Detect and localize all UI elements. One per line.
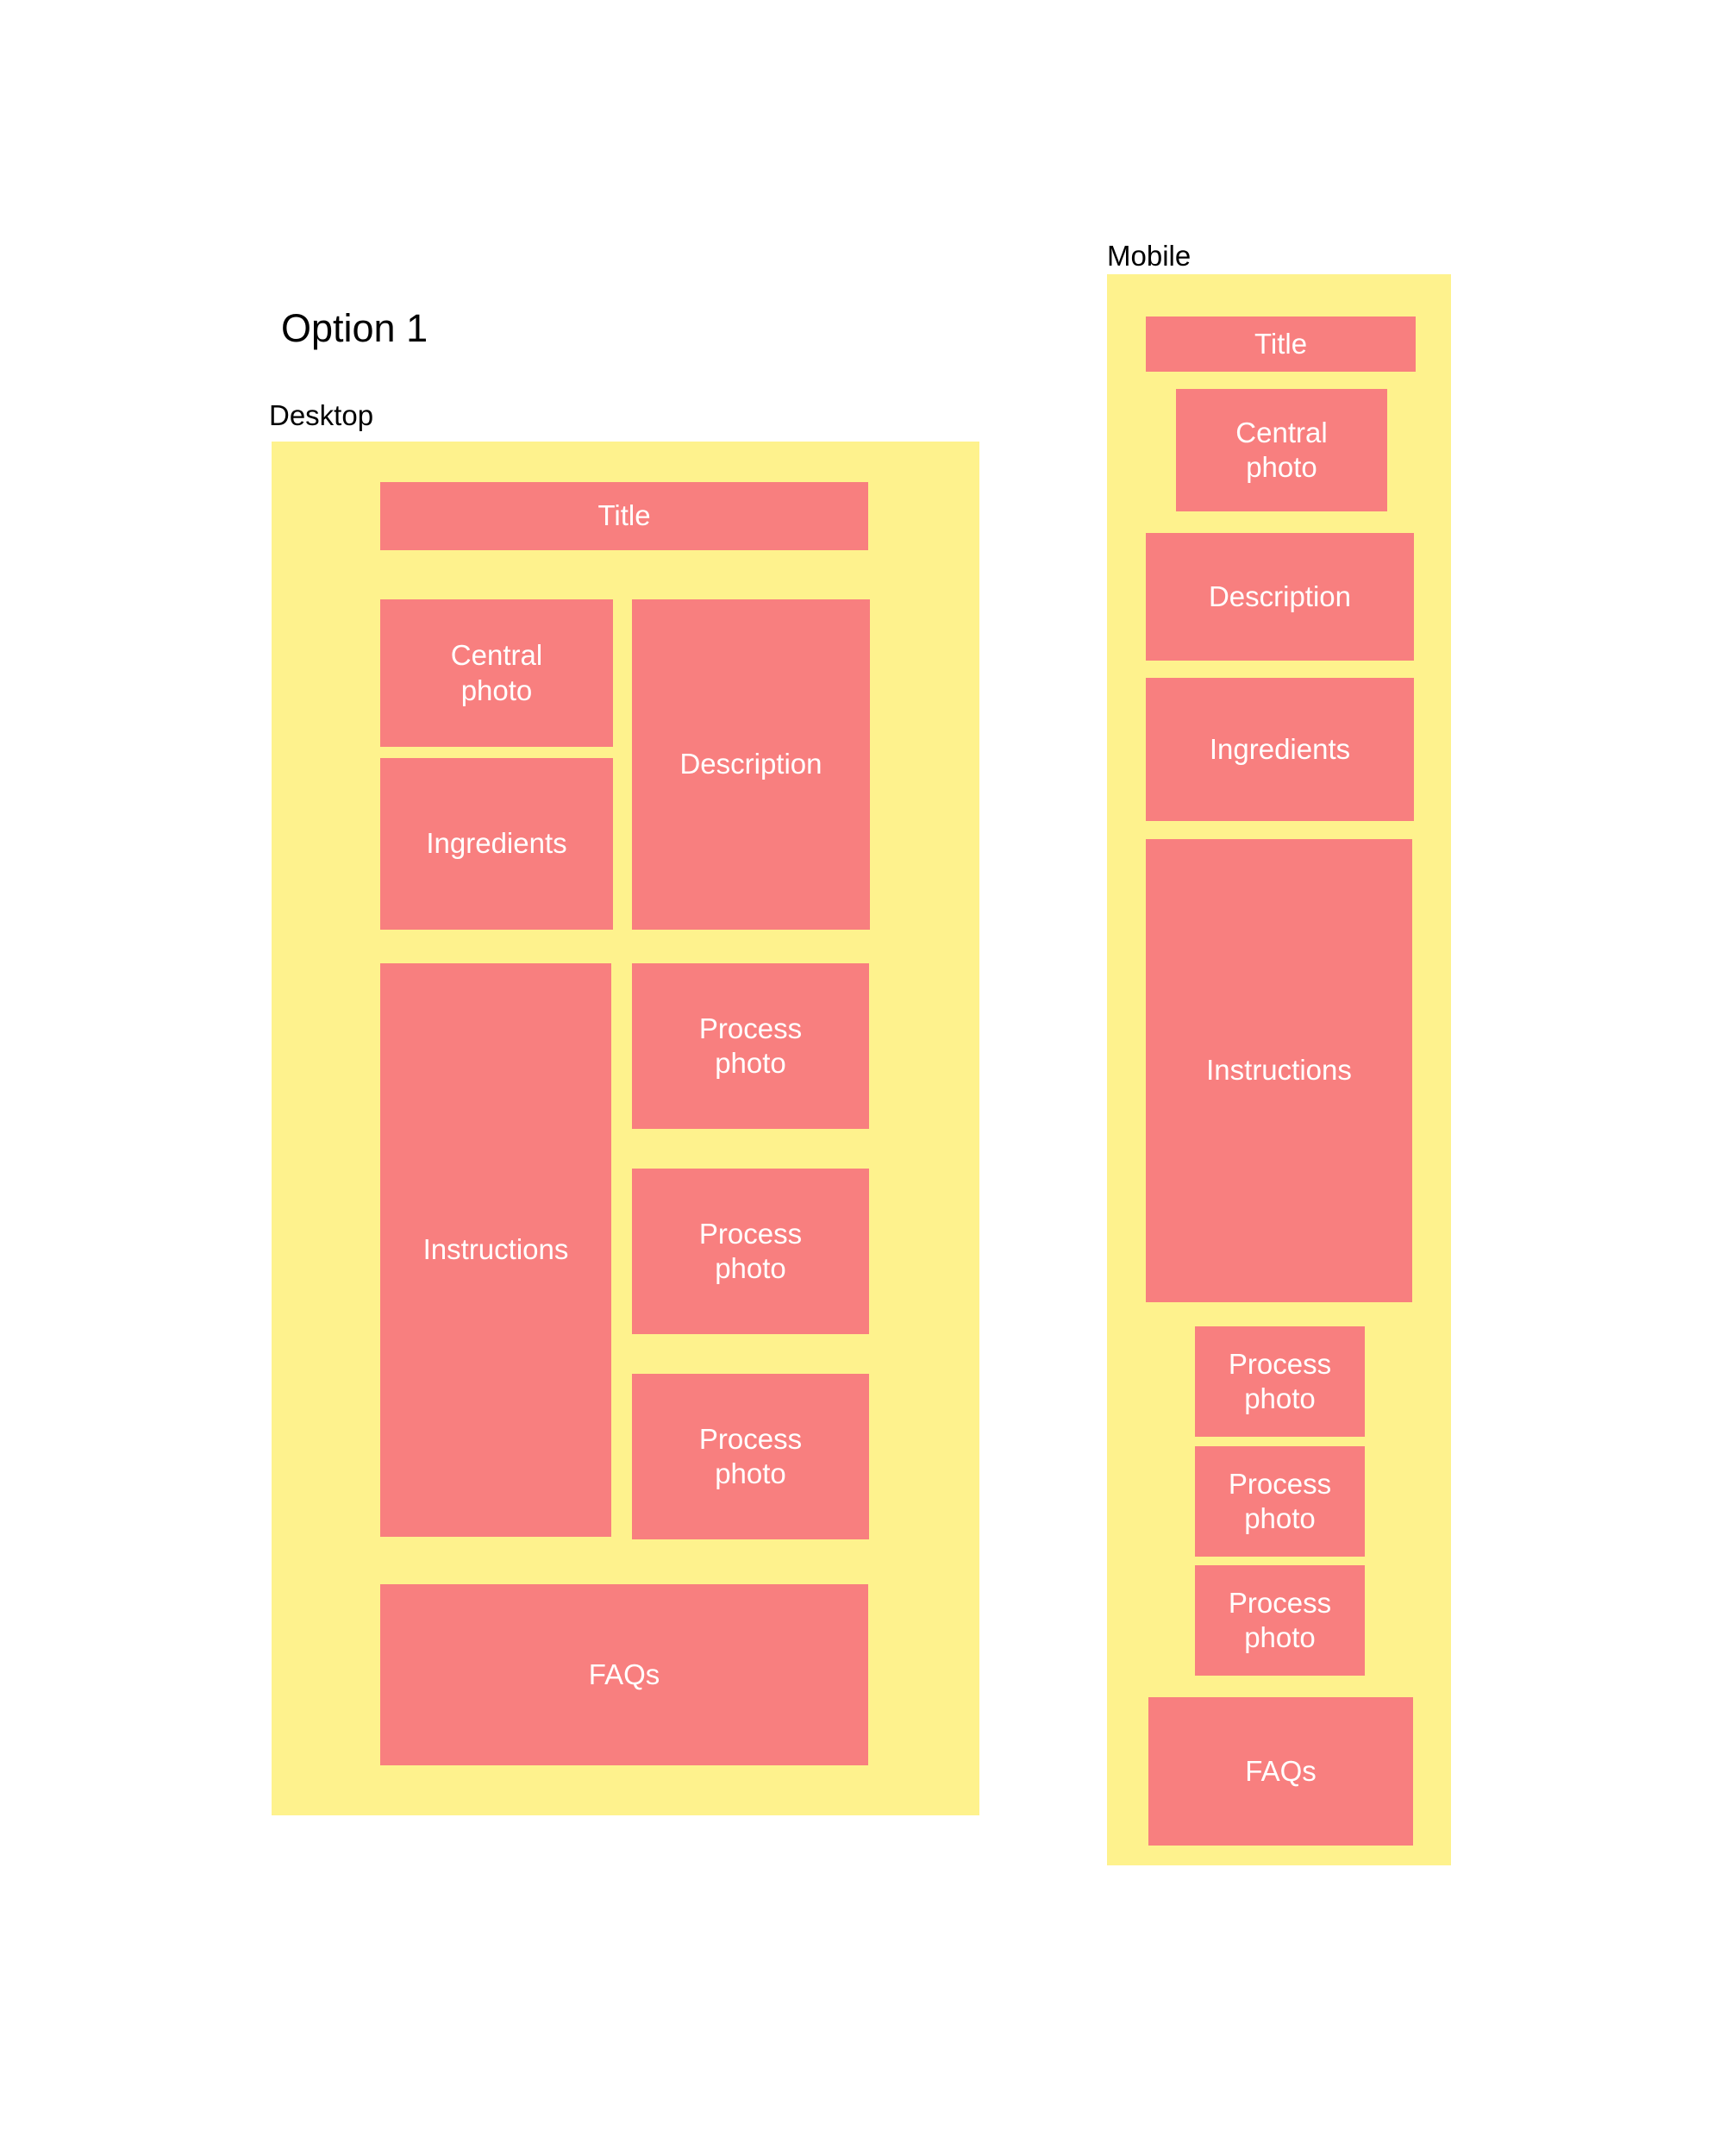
mobile-label: Mobile <box>1107 240 1191 272</box>
mobile-faqs-block: FAQs <box>1148 1697 1413 1846</box>
mobile-process-photo-2-label-line1: Process <box>1228 1467 1332 1500</box>
mobile-title-block: Title <box>1146 317 1416 372</box>
desktop-faqs-label: FAQs <box>588 1658 660 1690</box>
mobile-instructions-block: Instructions <box>1146 839 1412 1302</box>
desktop-faqs-block: FAQs <box>380 1584 868 1765</box>
desktop-central-photo-label-line1: Central <box>450 639 543 672</box>
mobile-title-label: Title <box>1254 327 1308 360</box>
mobile-central-photo-block: Central photo <box>1176 389 1387 511</box>
mobile-process-photo-block-1: Process photo <box>1195 1326 1365 1437</box>
mobile-description-block: Description <box>1146 533 1414 661</box>
option-title: Option 1 <box>281 306 428 350</box>
mobile-process-photo-block-3: Process photo <box>1195 1565 1365 1676</box>
desktop-process-photo-1-label-line1: Process <box>698 1012 803 1044</box>
mobile-process-photo-1-label-line1: Process <box>1228 1347 1332 1380</box>
mobile-central-photo-label-line2: photo <box>1246 451 1317 483</box>
mobile-process-photo-1-label-line2: photo <box>1244 1382 1316 1414</box>
mobile-instructions-label: Instructions <box>1206 1054 1352 1087</box>
desktop-process-photo-2-label-line1: Process <box>698 1217 803 1250</box>
desktop-ingredients-block: Ingredients <box>380 758 613 930</box>
desktop-process-photo-3-label-line1: Process <box>698 1422 803 1455</box>
desktop-process-photo-1-label-line2: photo <box>715 1047 786 1079</box>
desktop-label: Desktop <box>269 399 374 431</box>
desktop-process-photo-2-label-line2: photo <box>715 1252 786 1284</box>
mobile-description-label: Description <box>1208 580 1352 612</box>
mobile-wireframe: Title Central photo Description Ingredie… <box>1107 274 1451 1865</box>
mobile-process-photo-block-2: Process photo <box>1195 1446 1365 1557</box>
desktop-title-label: Title <box>597 499 651 532</box>
desktop-central-photo-label-line2: photo <box>460 674 533 706</box>
mobile-ingredients-block: Ingredients <box>1146 678 1414 821</box>
desktop-process-photo-block-1: Process photo <box>632 963 869 1129</box>
desktop-description-block: Description <box>632 599 870 930</box>
desktop-wireframe: Title Central photo Ingredients Descript… <box>272 442 979 1815</box>
mobile-process-photo-2-label-line2: photo <box>1244 1502 1316 1534</box>
desktop-process-photo-3-label-line2: photo <box>715 1457 786 1489</box>
desktop-central-photo-block: Central photo <box>380 599 613 747</box>
desktop-title-block: Title <box>380 482 868 550</box>
desktop-process-photo-block-2: Process photo <box>632 1169 869 1334</box>
desktop-ingredients-label: Ingredients <box>426 827 567 860</box>
desktop-instructions-label: Instructions <box>422 1233 569 1266</box>
desktop-instructions-block: Instructions <box>380 963 611 1537</box>
mobile-ingredients-label: Ingredients <box>1209 732 1351 765</box>
mobile-process-photo-3-label-line1: Process <box>1228 1586 1332 1619</box>
desktop-process-photo-block-3: Process photo <box>632 1374 869 1539</box>
mobile-faqs-label: FAQs <box>1245 1754 1317 1787</box>
mobile-process-photo-3-label-line2: photo <box>1244 1621 1316 1653</box>
desktop-description-label: Description <box>679 748 822 780</box>
mobile-central-photo-label-line1: Central <box>1235 416 1328 448</box>
